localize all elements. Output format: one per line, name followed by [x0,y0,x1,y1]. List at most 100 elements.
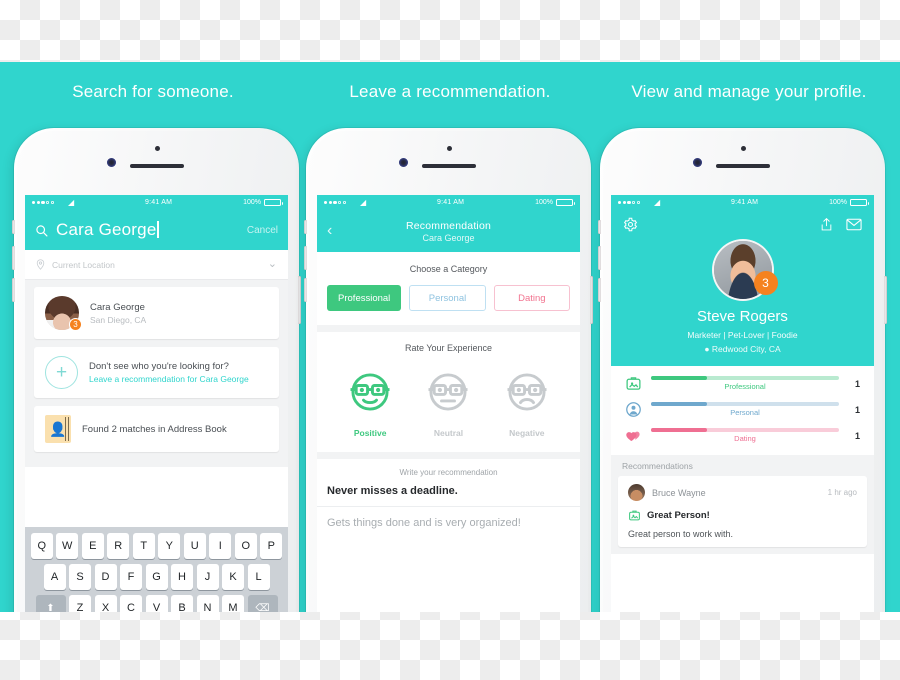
key-p[interactable]: P [260,533,283,559]
status-badge: 3 [69,318,82,331]
section-divider [317,452,580,459]
backspace-icon[interactable]: ⌫ [247,595,278,612]
recommendation-headline-input[interactable]: Never misses a deadline. [317,485,580,507]
write-recommendation-panel: Write your recommendation Never misses a… [317,459,580,529]
category-dating[interactable]: Dating [493,285,570,311]
list-item-person[interactable]: 3 Cara George San Diego, CA [34,287,279,339]
key-g[interactable]: G [145,564,168,590]
share-icon[interactable] [820,217,833,232]
profile-toolbar [611,210,874,232]
key-c[interactable]: C [120,595,142,612]
key-u[interactable]: U [183,533,206,559]
proximity-sensor-icon [740,146,746,151]
key-n[interactable]: N [196,595,219,612]
search-icon [36,224,48,237]
key-r[interactable]: R [107,533,130,559]
recommendation-time: 1 hr ago [827,488,857,497]
front-camera-icon [398,158,408,167]
volume-up-button[interactable] [12,246,15,270]
keyboard-row-2: A S D F G H J K L [28,564,285,590]
rating-title: Rate Your Experience [404,343,493,353]
search-input[interactable]: Cara George [56,220,239,240]
key-h[interactable]: H [171,564,193,590]
power-button[interactable] [884,276,887,324]
category-personal[interactable]: Personal [409,285,486,311]
person-location: San Diego, CA [90,314,147,325]
key-t[interactable]: T [132,533,155,559]
profile-tags: Marketer | Pet-Lover | Foodie [687,330,798,340]
list-item-recommendation[interactable]: Bruce Wayne 1 hr ago Great Person! Great… [618,476,867,547]
profile-location-text: Redwood City, CA [711,344,781,354]
key-y[interactable]: Y [158,533,181,559]
key-o[interactable]: O [234,533,257,559]
volume-up-button[interactable] [304,246,307,270]
battery-indicator: 100% [243,199,283,206]
person-name: Cara George [90,301,145,313]
write-recommendation-title: Write your recommendation [399,468,498,477]
profile-header: 3 Steve Rogers Marketer | Pet-Lover | Fo… [611,210,874,366]
power-button[interactable] [590,276,593,324]
key-e[interactable]: E [81,533,104,559]
search-results-list: 3 Cara George San Diego, CA + Don't see … [25,280,288,467]
key-s[interactable]: S [69,564,91,590]
ring-silent-switch[interactable] [304,220,307,234]
key-x[interactable]: X [94,595,117,612]
volume-up-button[interactable] [598,246,601,270]
recommendation-body-input[interactable]: Gets things done and is very organized! [317,507,580,529]
key-m[interactable]: M [222,595,244,612]
avatar[interactable]: 3 [711,239,778,301]
profile-stats: Professional 1 Personal 1 Dating 1 [611,366,874,455]
bar-fill [651,376,708,380]
rating-positive[interactable]: Positive [344,366,396,438]
key-f[interactable]: F [120,564,142,590]
envelope-icon[interactable] [846,218,862,231]
ring-silent-switch[interactable] [12,220,15,234]
shift-icon[interactable]: ⬆ [35,595,66,612]
volume-down-button[interactable] [598,278,601,302]
list-item-address-book[interactable]: 👤 Found 2 matches in Address Book [34,406,279,452]
key-w[interactable]: W [56,533,79,559]
stat-label: Professional [724,382,766,391]
list-item-add-recommendation[interactable]: + Don't see who you're looking for? Leav… [34,347,279,398]
bar-fill [651,402,708,406]
key-b[interactable]: B [171,595,193,612]
front-camera-icon [692,158,702,167]
cancel-button[interactable]: Cancel [247,225,278,236]
onscreen-keyboard[interactable]: Q W E R T Y U I O P A S D F G H J K L ⬆ … [25,527,288,612]
key-a[interactable]: A [43,564,66,590]
key-v[interactable]: V [145,595,168,612]
keyboard-row-1: Q W E R T Y U I O P [28,533,285,559]
leave-recommendation-link[interactable]: Leave a recommendation for Cara George [89,374,249,384]
gear-icon[interactable] [623,217,638,232]
proximity-sensor-icon [154,146,160,151]
bar-fill [651,428,708,432]
search-bar[interactable]: Cara George Cancel [25,210,288,250]
key-d[interactable]: D [94,564,117,590]
category-professional[interactable]: Professional [327,285,402,311]
proximity-sensor-icon [446,146,452,151]
rating-neutral[interactable]: Neutral [422,366,474,438]
key-i[interactable]: I [209,533,232,559]
page-subtitle: Cara George [422,232,475,243]
smiley-neutral-icon [428,373,468,411]
key-k[interactable]: K [222,564,244,590]
stat-count: 1 [854,430,860,441]
rating-negative[interactable]: Negative [501,366,553,438]
location-placeholder: Current Location [52,259,115,270]
power-button[interactable] [298,276,301,324]
phone-mockup-profile: ◢ 9:41 AM 100% 3 Steve Rogers Marketer |… [598,128,887,612]
volume-down-button[interactable] [304,278,307,302]
volume-down-button[interactable] [12,278,15,302]
battery-percent: 100% [243,199,261,206]
key-q[interactable]: Q [30,533,53,559]
ring-silent-switch[interactable] [598,220,601,234]
chevron-down-icon[interactable]: ⌄ [268,259,277,270]
rating-positive-label: Positive [353,428,387,438]
stat-count: 1 [854,378,860,389]
category-options: Professional Personal Dating [327,285,570,311]
key-l[interactable]: L [247,564,270,590]
location-filter[interactable]: Current Location ⌄ [25,250,288,280]
key-j[interactable]: J [196,564,219,590]
key-z[interactable]: Z [69,595,91,612]
stat-label: Dating [734,434,756,443]
